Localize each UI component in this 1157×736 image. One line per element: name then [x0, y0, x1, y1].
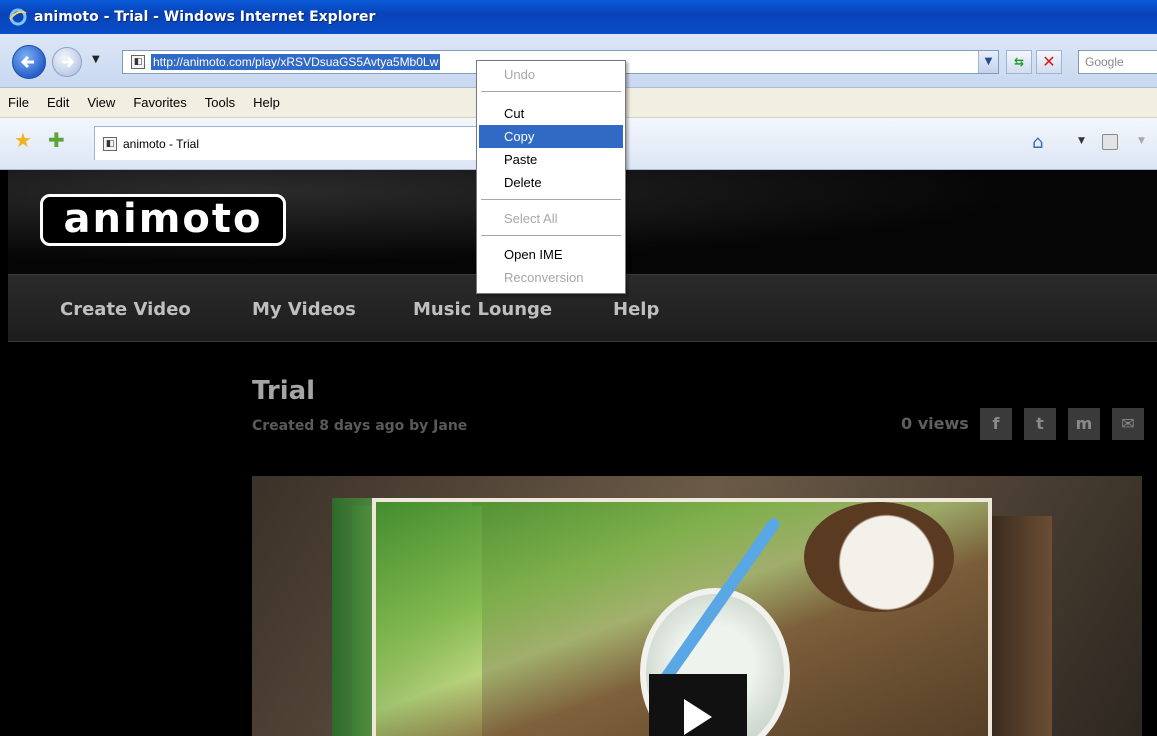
view-count: 0 views — [901, 414, 969, 433]
menu-help[interactable]: Help — [253, 95, 280, 110]
email-icon: ✉ — [1121, 414, 1135, 433]
refresh-icon: ⇆ — [1013, 55, 1025, 69]
refresh-button[interactable]: ⇆ — [1006, 50, 1032, 74]
feeds-icon[interactable] — [1102, 134, 1118, 150]
nav-create-video[interactable]: Create Video — [60, 299, 191, 320]
menu-edit[interactable]: Edit — [47, 95, 69, 110]
context-menu-copy[interactable]: Copy — [479, 125, 623, 148]
forward-button[interactable] — [52, 47, 82, 77]
video-meta: Created 8 days ago by Jane — [252, 418, 468, 434]
page-icon: ◧ — [103, 136, 117, 151]
feeds-dropdown-button[interactable]: ▼ — [1138, 136, 1145, 146]
nav-my-videos[interactable]: My Videos — [252, 299, 356, 320]
nav-help[interactable]: Help — [613, 299, 659, 320]
menu-view[interactable]: View — [87, 95, 115, 110]
menu-tools[interactable]: Tools — [205, 95, 235, 110]
add-favorites-icon[interactable]: ✚ — [48, 130, 65, 150]
menu-file[interactable]: File — [8, 95, 29, 110]
myspace-icon: m — [1075, 414, 1093, 433]
context-menu-select-all[interactable]: Select All — [479, 207, 623, 230]
tab-label: animoto - Trial — [123, 136, 200, 151]
back-button[interactable] — [12, 45, 46, 79]
context-menu: Undo Cut Copy Paste Delete Select All Op… — [476, 60, 626, 294]
video-title: Trial — [252, 376, 316, 406]
ie-logo-icon — [8, 7, 28, 27]
play-icon — [684, 699, 712, 735]
tab-animoto-trial[interactable]: ◧ animoto - Trial — [94, 126, 484, 160]
history-dropdown-button[interactable]: ▼ — [92, 54, 100, 65]
context-menu-reconversion[interactable]: Reconversion — [479, 266, 623, 289]
email-share-button[interactable]: ✉ — [1112, 408, 1144, 440]
twitter-icon: t — [1036, 414, 1044, 433]
context-menu-separator — [481, 199, 621, 200]
back-arrow-icon — [20, 55, 34, 69]
context-menu-separator — [481, 91, 621, 92]
forward-arrow-icon — [62, 56, 75, 68]
video-frame-right — [992, 516, 1052, 736]
animoto-logo[interactable]: animoto — [40, 194, 286, 246]
play-button[interactable] — [649, 674, 747, 736]
coconut-image — [804, 502, 954, 612]
video-player[interactable] — [252, 476, 1142, 736]
window-titlebar: animoto - Trial - Windows Internet Explo… — [0, 0, 1157, 34]
search-input[interactable]: Google — [1078, 50, 1157, 74]
home-dropdown-button[interactable]: ▼ — [1078, 136, 1085, 146]
context-menu-undo[interactable]: Undo — [479, 63, 623, 86]
context-menu-delete[interactable]: Delete — [479, 171, 623, 194]
myspace-share-button[interactable]: m — [1068, 408, 1100, 440]
home-icon[interactable]: ⌂ — [1032, 132, 1043, 153]
page-icon: ◧ — [131, 55, 145, 69]
twitter-share-button[interactable]: t — [1024, 408, 1056, 440]
context-menu-cut[interactable]: Cut — [479, 102, 623, 125]
facebook-icon: f — [992, 414, 1000, 433]
url-dropdown-button[interactable]: ▼ — [978, 51, 998, 73]
facebook-share-button[interactable]: f — [980, 408, 1012, 440]
nav-music-lounge[interactable]: Music Lounge — [413, 299, 552, 320]
stop-icon: ✕ — [1042, 52, 1056, 71]
favorites-star-icon[interactable]: ★ — [14, 130, 32, 150]
url-text[interactable]: http://animoto.com/play/xRSVDsuaGS5Avtya… — [151, 54, 441, 70]
stop-button[interactable]: ✕ — [1036, 50, 1062, 74]
context-menu-separator — [481, 235, 621, 236]
context-menu-paste[interactable]: Paste — [479, 148, 623, 171]
menu-favorites[interactable]: Favorites — [133, 95, 186, 110]
context-menu-open-ime[interactable]: Open IME — [479, 243, 623, 266]
window-title: animoto - Trial - Windows Internet Explo… — [34, 9, 376, 25]
